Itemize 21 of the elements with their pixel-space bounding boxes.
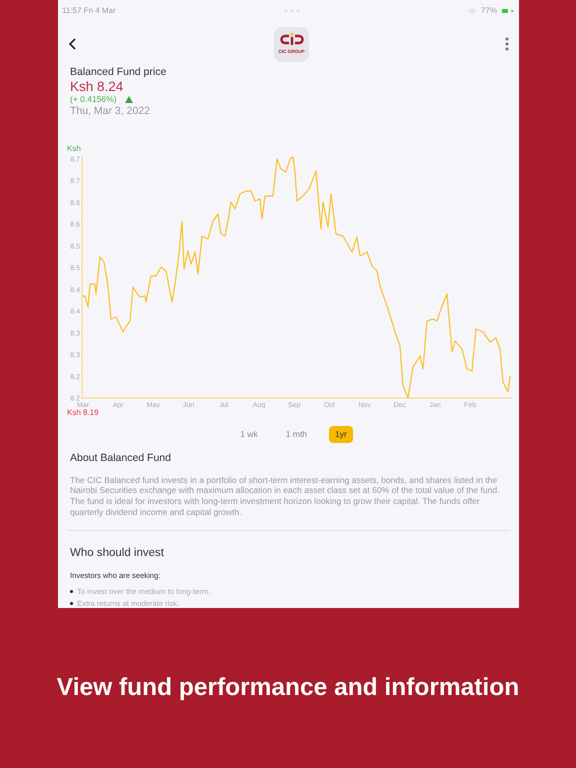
menu-button[interactable] (505, 37, 509, 51)
price-title: Balanced Fund price (70, 66, 168, 79)
section-heading: Who should invest (70, 546, 165, 562)
range-tab[interactable]: 1yr (328, 426, 353, 443)
min-price-label: Ksh 8.19 (66, 408, 100, 418)
up-triangle-icon (124, 96, 133, 103)
caption-text: View fund performance and information (56, 672, 520, 703)
battery-icon (500, 8, 513, 14)
section-heading: About Balanced Fund (70, 451, 172, 466)
bullet-icon (70, 590, 73, 594)
bullet-icon (70, 602, 73, 606)
price-date: Thu, Mar 3, 2022 (70, 105, 151, 118)
axis-unit-label: Ksh (67, 144, 81, 153)
price-value: Ksh 8.24 (70, 79, 124, 94)
back-button[interactable] (68, 38, 78, 50)
status-time: 11:57 Fri 4 Mar (62, 5, 116, 17)
description-text: The CIC Balanced fund invests in a portfolio of short-term interest-earning assets, bonds, and shares listed in the Nairobi Securities exchange with maximum allocation in each asset class set at 60% of the total value of the fund. The fund is ideal for investors with long-term investment horizon looking to grow their capital. The funds offer quarterly dividend income and capital growth. (70, 474, 500, 518)
price-change: (+ 0.4156%) (70, 94, 117, 105)
range-tab[interactable]: 1 mth (280, 426, 313, 443)
battery-level-text: 77% (480, 5, 497, 17)
range-tab[interactable]: 1 wk (234, 426, 264, 443)
